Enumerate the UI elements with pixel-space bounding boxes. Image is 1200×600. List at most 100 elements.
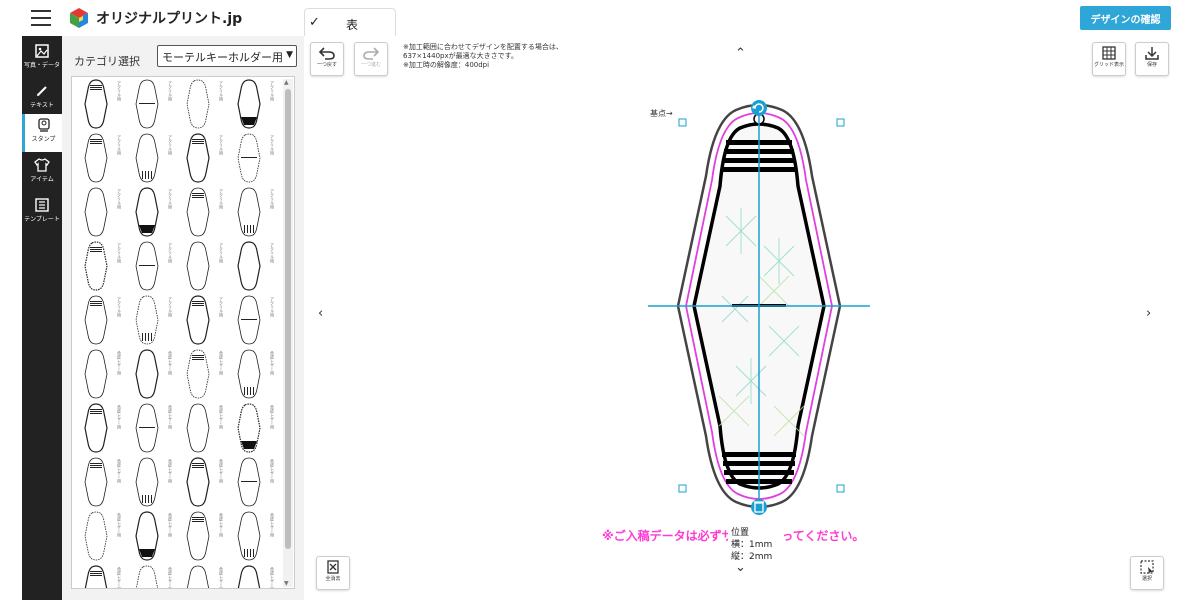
stamp-thumb[interactable]: アクリル用 (135, 241, 183, 297)
stamp-thumb[interactable]: アクリル用 (237, 133, 285, 189)
stamp-thumb[interactable]: 合皮レザー用 (237, 565, 285, 588)
clear-all-label: 全消去 (325, 576, 341, 582)
category-select[interactable]: モーテルキーホルダー用 ▼ (157, 45, 297, 67)
stamp-thumb[interactable]: 合皮レザー用 (237, 349, 285, 405)
nav-item-template[interactable]: テンプレート (22, 194, 62, 234)
stamp-thumb[interactable]: 合皮レザー用 (237, 403, 285, 459)
site-logo[interactable]: オリジナルプリント.jp (68, 7, 242, 29)
stamp-thumb[interactable]: 合皮レザー用 (237, 511, 285, 567)
tab-front-label: 表 (346, 18, 359, 32)
undo-button[interactable]: 一つ戻す (310, 42, 344, 76)
stamp-thumb[interactable]: 合皮レザー用 (186, 565, 234, 588)
keyholder-thumb-icon (186, 349, 210, 399)
stamp-thumb[interactable]: アクリル用 (237, 241, 285, 297)
stamp-icon (37, 118, 50, 132)
category-label: カテゴリ選択 (74, 55, 140, 68)
selection-handle-top-right (836, 118, 845, 127)
stamp-thumb[interactable]: アクリル用 (135, 295, 183, 351)
stamp-thumb[interactable]: アクリル用 (186, 79, 234, 135)
stamp-thumb[interactable]: 合皮レザー用 (135, 565, 183, 589)
stamp-thumb[interactable]: アクリル用 (84, 241, 132, 297)
stamp-thumb[interactable]: アクリル用 (84, 79, 132, 135)
position-y: 縦：2mm (731, 552, 773, 562)
select-area-icon (1140, 560, 1154, 574)
stamp-thumb[interactable]: アクリル用 (186, 295, 234, 351)
stamp-thumb[interactable]: 合皮レザー用 (84, 403, 132, 459)
scroll-up-arrow-icon[interactable]: ▲ (284, 79, 289, 86)
stamp-thumb-caption: アクリル用 (219, 135, 224, 155)
stamp-thumb[interactable]: アクリル用 (135, 133, 183, 189)
stamp-thumb[interactable]: 合皮レザー用 (186, 349, 234, 405)
chevron-left-icon[interactable]: ‹ (318, 306, 323, 321)
stamp-thumb[interactable]: アクリル用 (135, 79, 183, 135)
hamburger-menu-icon[interactable] (31, 10, 51, 26)
stamp-thumb-caption: アクリル用 (270, 189, 275, 209)
keyholder-thumb-icon (84, 295, 108, 345)
scroll-thumb[interactable] (285, 89, 291, 549)
save-button[interactable]: 保存 (1135, 42, 1169, 76)
stamp-thumb[interactable]: 合皮レザー用 (135, 349, 183, 405)
stamp-thumb[interactable]: 合皮レザー用 (84, 457, 132, 513)
keyholder-thumb-icon (135, 403, 159, 453)
grid-toggle-button[interactable]: グリッド表示 (1092, 42, 1126, 76)
nav-item-stamp[interactable]: スタンプ (22, 114, 62, 152)
keyholder-thumb-icon (84, 79, 108, 129)
stamp-thumb[interactable]: アクリル用 (237, 295, 285, 351)
nav-item-item[interactable]: アイテム (22, 154, 62, 194)
keyholder-thumb-icon (84, 511, 108, 561)
keyholder-thumb-icon (135, 349, 159, 399)
stamp-thumb-caption: 合皮レザー用 (219, 513, 224, 537)
keyholder-thumb-icon (237, 349, 261, 399)
stamp-thumb[interactable]: アクリル用 (186, 241, 234, 297)
nav-label-photo-data: 写真・データ (23, 62, 60, 69)
stamp-thumb[interactable]: アクリル用 (84, 295, 132, 351)
clear-all-button[interactable]: 全消去 (316, 556, 350, 590)
category-select-value: モーテルキーホルダー用 (162, 51, 283, 64)
clear-document-icon (327, 560, 339, 574)
keyholder-thumb-icon (84, 241, 108, 291)
stamp-grid-scrollbar[interactable]: ▲ ▼ (283, 79, 293, 587)
stamp-thumb-caption: 合皮レザー用 (168, 405, 173, 429)
keyholder-thumb-icon (84, 133, 108, 183)
stamp-thumb[interactable]: アクリル用 (186, 133, 234, 189)
stamp-thumb[interactable]: アクリル用 (84, 133, 132, 189)
stamp-thumb[interactable]: 合皮レザー用 (186, 457, 234, 513)
stamp-thumb[interactable]: アクリル用 (237, 79, 285, 135)
stamp-thumb[interactable]: アクリル用 (84, 187, 132, 243)
stamp-thumb-caption: 合皮レザー用 (270, 351, 275, 375)
chevron-up-icon[interactable]: ⌃ (735, 46, 746, 61)
confirm-design-button[interactable]: デザインの確認 (1080, 6, 1171, 30)
scroll-down-arrow-icon[interactable]: ▼ (284, 580, 289, 587)
stamp-thumb[interactable]: 合皮レザー用 (84, 565, 132, 588)
app-header: オリジナルプリント.jp ✓ 表 デザインの確認 (0, 0, 1200, 38)
stamp-thumb[interactable]: 合皮レザー用 (135, 457, 183, 513)
template-icon (35, 198, 49, 212)
keyholder-thumb-icon (135, 133, 159, 183)
nav-item-photo-data[interactable]: 写真・データ (22, 40, 62, 80)
stamp-thumb[interactable]: アクリル用 (135, 187, 183, 243)
logo-cube-icon (70, 8, 88, 28)
keyholder-design-preview[interactable] (644, 96, 874, 516)
stamp-thumb[interactable]: アクリル用 (237, 187, 285, 243)
position-x: 横：1mm (731, 540, 773, 550)
keyholder-thumb-icon (237, 241, 261, 291)
tab-front-side[interactable]: ✓ 表 (304, 8, 396, 38)
stamp-thumb-caption: 合皮レザー用 (168, 567, 173, 589)
stamp-thumb[interactable]: 合皮レザー用 (135, 511, 183, 567)
stamp-thumb[interactable]: 合皮レザー用 (186, 403, 234, 459)
note-line-1: ※加工範囲に合わせてデザインを配置する場合は、 (403, 43, 563, 51)
redo-label: 一つ進む (360, 62, 381, 68)
stamp-thumb-caption: 合皮レザー用 (117, 351, 122, 375)
stamp-thumb[interactable]: 合皮レザー用 (135, 403, 183, 459)
nav-label-template: テンプレート (24, 216, 60, 223)
select-button[interactable]: 選択 (1130, 556, 1164, 590)
stamp-thumb[interactable]: 合皮レザー用 (237, 457, 285, 513)
stamp-thumb[interactable]: 合皮レザー用 (84, 349, 132, 405)
left-nav: 写真・データ テキスト スタンプ アイテム テンプレート (22, 36, 62, 600)
stamp-thumb[interactable]: アクリル用 (186, 187, 234, 243)
redo-button[interactable]: 一つ進む (354, 42, 388, 76)
stamp-thumb[interactable]: 合皮レザー用 (84, 511, 132, 567)
chevron-right-icon[interactable]: › (1146, 306, 1151, 321)
stamp-thumb-caption: 合皮レザー用 (219, 459, 224, 483)
stamp-thumb[interactable]: 合皮レザー用 (186, 511, 234, 567)
